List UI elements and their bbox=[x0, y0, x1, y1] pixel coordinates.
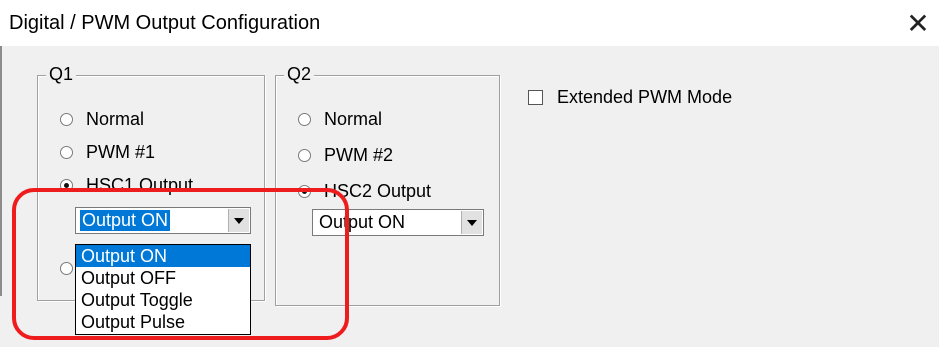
q1-output-combo[interactable]: Output ON bbox=[75, 207, 251, 234]
q2-radio-hsc2[interactable]: HSC2 Output bbox=[298, 179, 431, 203]
q1-radio-partially-hidden[interactable] bbox=[60, 262, 73, 275]
extended-pwm-checkbox[interactable] bbox=[528, 89, 543, 105]
q2-radio-normal-label: Normal bbox=[324, 108, 383, 129]
q1-radio-pwm1[interactable]: PWM #1 bbox=[60, 140, 155, 164]
dropdown-option-output-pulse[interactable]: Output Pulse bbox=[76, 311, 250, 333]
q1-radio-normal[interactable]: Normal bbox=[60, 107, 144, 131]
radio-icon[interactable] bbox=[60, 145, 73, 159]
q2-combo-dropdown-button[interactable] bbox=[461, 211, 482, 234]
q1-radio-pwm1-label: PWM #1 bbox=[86, 141, 156, 162]
q1-radio-hsc1[interactable]: HSC1 Output bbox=[60, 173, 193, 197]
q1-radio-hsc1-label: HSC1 Output bbox=[86, 174, 194, 195]
dropdown-option-output-off[interactable]: Output OFF bbox=[76, 267, 250, 289]
q1-radio-normal-label: Normal bbox=[86, 108, 145, 129]
radio-icon[interactable] bbox=[298, 148, 311, 162]
q2-radio-hsc2-label: HSC2 Output bbox=[324, 180, 432, 201]
q2-combo-value: Output ON bbox=[319, 212, 406, 232]
extended-pwm-checkbox-row[interactable]: Extended PWM Mode bbox=[528, 86, 732, 108]
dropdown-option-output-toggle[interactable]: Output Toggle bbox=[76, 289, 250, 311]
window-title: Digital / PWM Output Configuration bbox=[9, 12, 321, 34]
radio-icon[interactable] bbox=[60, 112, 73, 126]
radio-selected-icon[interactable] bbox=[60, 178, 73, 192]
q2-output-combo[interactable]: Output ON bbox=[312, 209, 484, 236]
chevron-down-icon bbox=[467, 220, 477, 226]
q1-combo-value: Output ON bbox=[80, 210, 171, 231]
chevron-down-icon bbox=[234, 218, 244, 224]
radio-selected-icon[interactable] bbox=[298, 184, 311, 198]
extended-pwm-label: Extended PWM Mode bbox=[557, 86, 733, 107]
radio-icon[interactable] bbox=[298, 112, 311, 126]
q1-dropdown-list[interactable]: Output ON Output OFF Output Toggle Outpu… bbox=[75, 244, 251, 335]
q1-group-label: Q1 bbox=[46, 64, 77, 85]
close-icon[interactable]: ✕ bbox=[900, 6, 936, 42]
title-bar: Digital / PWM Output Configuration ✕ bbox=[0, 0, 939, 46]
q1-combo-dropdown-button[interactable] bbox=[228, 209, 249, 232]
q2-radio-pwm2-label: PWM #2 bbox=[324, 144, 394, 165]
window-left-edge bbox=[0, 46, 2, 296]
q2-radio-pwm2[interactable]: PWM #2 bbox=[298, 143, 393, 167]
q2-group-label: Q2 bbox=[284, 64, 315, 85]
q2-radio-normal[interactable]: Normal bbox=[298, 107, 382, 131]
dropdown-option-output-on[interactable]: Output ON bbox=[76, 245, 250, 267]
